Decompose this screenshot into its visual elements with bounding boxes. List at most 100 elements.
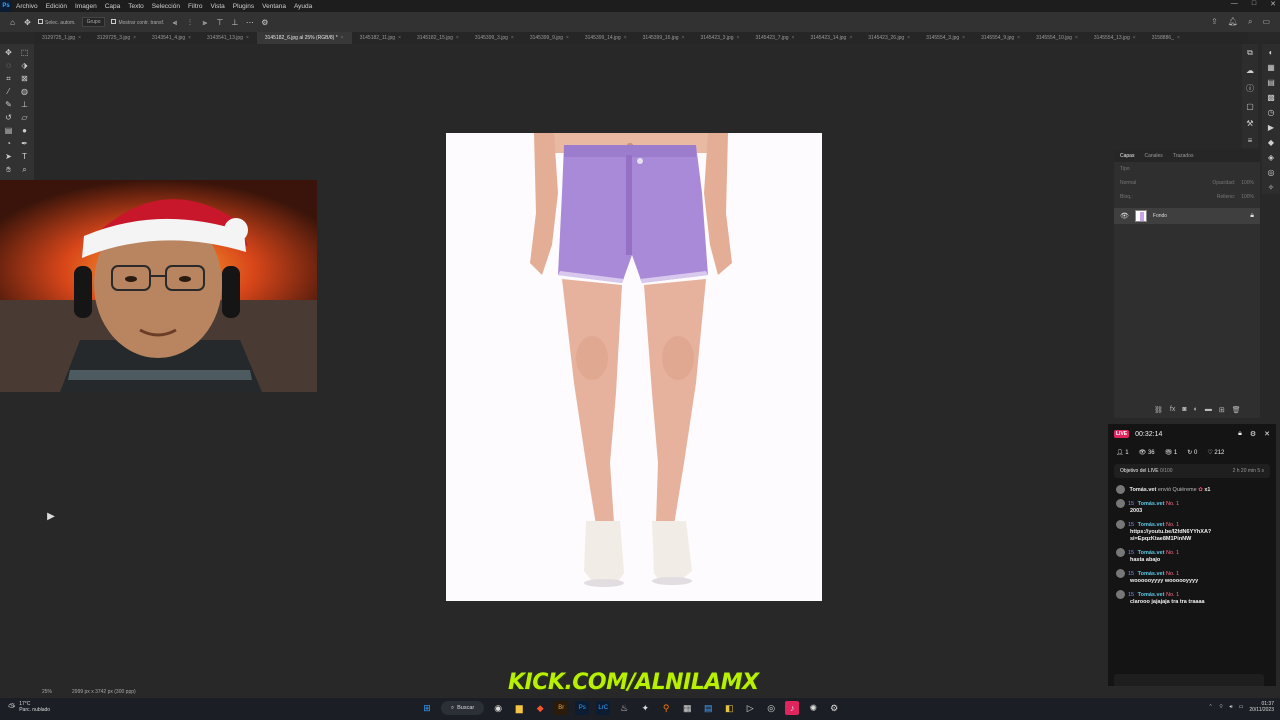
network-icon[interactable]: ⌔ [1219,704,1224,710]
document-tab[interactable]: 3143541_13.jpg × [199,32,257,44]
camera-app-icon[interactable]: ◉ [491,701,505,715]
document-tab[interactable]: 3145554_3.jpg × [918,32,973,44]
tiktok-live-icon[interactable]: ♪ [785,701,800,715]
document-tab[interactable]: 3145182_6.jpg al 25% (RGB/8) * × [256,32,352,44]
more-options-icon[interactable]: ⋯ [245,18,254,27]
volume-icon[interactable]: 🔊︎ [1229,704,1232,710]
move-tool-icon[interactable]: ✥ [23,18,32,27]
app-icon[interactable]: ✦ [638,701,652,715]
menu-seleccion[interactable]: Selección [148,3,184,10]
gradients-icon[interactable]: ▤ [1267,78,1275,87]
link-icon[interactable]: ⛓ [1154,406,1163,414]
info-icon[interactable]: ⓘ [1246,83,1254,94]
menu-vista[interactable]: Vista [206,3,228,10]
trash-icon[interactable]: 🗑︎ [1232,406,1241,414]
menu-filtro[interactable]: Filtro [184,3,206,10]
chatgpt-icon[interactable]: ✺ [806,701,820,715]
align-middle-icon[interactable]: ⊥ [230,18,239,27]
healing-brush-icon[interactable]: ◍ [19,87,30,97]
close-tab-icon[interactable]: × [133,35,136,41]
share-icon[interactable]: ⇪ [1211,17,1218,27]
eye-icon[interactable]: 👁︎ [1120,212,1129,220]
document-tab[interactable]: 3145182_11.jpg × [352,32,409,44]
patterns-icon[interactable]: ▩ [1267,93,1275,102]
document-tab[interactable]: 3145554_13.jpg × [1086,32,1144,44]
file-explorer-icon[interactable]: ▆ [512,701,526,715]
new-layer-icon[interactable]: ⊞ [1219,406,1225,414]
document-tab[interactable]: 3143541_4.jpg × [144,32,199,44]
photoshop-app-icon[interactable]: Ps [575,701,590,715]
close-tab-icon[interactable]: × [849,35,852,41]
align-right-icon[interactable]: ⫸ [200,18,209,27]
crop-tool-icon[interactable]: ⌗ [3,74,14,84]
close-tab-icon[interactable]: × [398,35,401,41]
workspace-icon[interactable]: ▭ [1262,17,1270,27]
document-tab[interactable]: 3129725_3.jpg × [89,32,144,44]
group-dropdown[interactable]: Grupo [81,17,106,27]
align-left-icon[interactable]: ⫷ [170,18,179,27]
hand-tool-icon[interactable]: ✋︎ [3,165,14,175]
home-icon[interactable]: ⌂ [8,18,17,27]
close-tab-icon[interactable]: × [682,35,685,41]
lock-icon[interactable]: 🔒︎ [1238,430,1242,438]
adjustments-icon[interactable]: ⚒ [1246,119,1253,128]
document-tab[interactable]: 3145399_3.jpg × [467,32,522,44]
layer-row-fondo[interactable]: 👁︎ Fondo 🔒︎ [1114,208,1260,224]
document-tab[interactable]: 3145554_10.jpg × [1028,32,1086,44]
folder-icon[interactable]: ▬ [1205,406,1212,414]
document-tab[interactable]: 3145554_9.jpg × [973,32,1028,44]
artboard-tool-icon[interactable]: ⬚ [19,48,30,58]
frame-tool-icon[interactable]: ⊠ [19,74,30,84]
eraser-icon[interactable]: ▱ [19,113,30,123]
close-tab-icon[interactable]: × [737,35,740,41]
eyedropper-icon[interactable]: ⁄ [3,87,14,97]
menu-ayuda[interactable]: Ayuda [290,3,316,10]
tab-canales[interactable]: Canales [1144,153,1162,159]
layers-icon[interactable]: ◈ [1268,153,1274,162]
document-tab[interactable]: 3145423_26.jpg × [860,32,918,44]
fx-icon[interactable]: fx [1170,406,1175,414]
menu-capa[interactable]: Capa [101,3,125,10]
chat-username[interactable]: Tomás.vet [1138,550,1165,556]
menu-archivo[interactable]: Archivo [12,3,42,10]
document-canvas[interactable] [446,133,822,601]
notes-icon[interactable]: ▤ [701,701,715,715]
close-tab-icon[interactable]: × [78,35,81,41]
minimize-button[interactable]: — [1231,0,1238,8]
swatches-icon[interactable]: ▦ [1267,63,1275,72]
channels-icon[interactable]: ◎ [1268,168,1275,177]
libraries-icon[interactable]: ⧉ [1247,48,1253,58]
history-icon[interactable]: ◷ [1268,108,1275,117]
media-player-icon[interactable]: ▷ [743,701,757,715]
weather-widget[interactable]: ⛅︎ 17°C Parc. nublado [8,701,50,713]
gradient-tool-icon[interactable]: ▤ [3,126,14,136]
bell-icon[interactable]: 🔔︎ [1228,17,1238,27]
blur-tool-icon[interactable]: ● [19,126,30,136]
history-brush-icon[interactable]: ↺ [3,113,14,123]
document-tab[interactable]: 3158886_ × [1144,32,1188,44]
adjustment-icon[interactable]: ◐ [1194,406,1198,414]
lasso-tool-icon[interactable]: ◌ [3,61,14,71]
play-icon[interactable]: ▶ [44,510,58,524]
live-goal[interactable]: Objetivo del LIVE 0/100 2 h 20 min 5 s [1114,464,1270,478]
close-tab-icon[interactable]: × [511,35,514,41]
maximize-button[interactable]: □ [1252,0,1256,8]
clone-stamp-icon[interactable]: ⊥ [19,100,30,110]
close-tab-icon[interactable]: × [1017,35,1020,41]
close-tab-icon[interactable]: × [1133,35,1136,41]
comments-icon[interactable]: ▢ [1246,102,1254,111]
search-icon[interactable]: ⌕ [1248,17,1252,27]
settings-icon[interactable]: ⚙ [1250,430,1256,438]
menu-imagen[interactable]: Imagen [71,3,101,10]
close-tab-icon[interactable]: × [341,35,344,41]
zoom-level[interactable]: 25% [42,689,52,695]
start-icon[interactable]: ⊞ [420,701,434,715]
close-tab-icon[interactable]: × [566,35,569,41]
settings-app-icon[interactable]: ⚙ [827,701,841,715]
show-transform-checkbox[interactable]: Mostrar contr. transf. [111,18,164,26]
document-tab[interactable]: 3145399_16.jpg × [635,32,693,44]
gear-icon[interactable]: ⚙ [260,18,269,27]
blend-mode-dropdown[interactable]: Normal [1120,180,1136,186]
close-tab-icon[interactable]: × [907,35,910,41]
taskbar-search[interactable]: ⌕ Buscar [441,701,485,715]
